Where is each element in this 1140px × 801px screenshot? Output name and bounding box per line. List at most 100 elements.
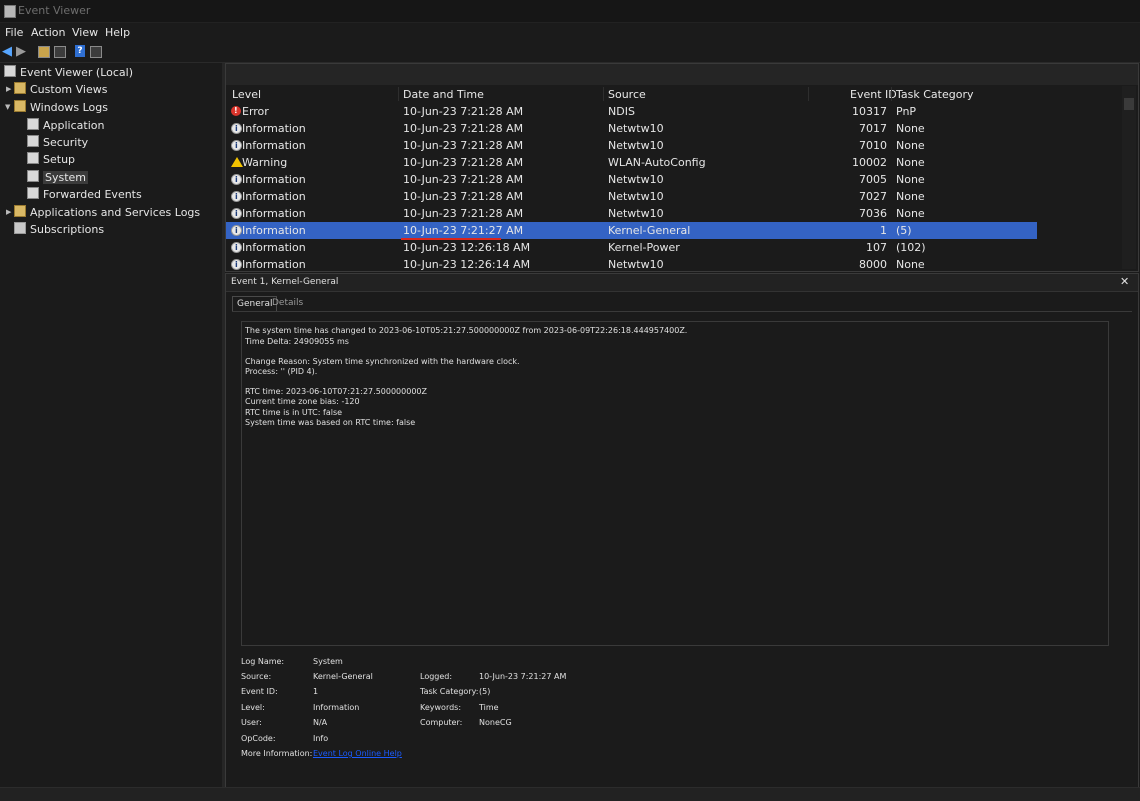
tree-item-subscriptions[interactable]: Subscriptions (14, 221, 104, 238)
information-icon (231, 205, 242, 222)
close-icon[interactable]: ✕ (1120, 275, 1129, 288)
tree-label: Applications and Services Logs (30, 206, 201, 219)
expand-arrow-icon[interactable]: ▶ (6, 81, 11, 98)
event-description-box[interactable]: The system time has changed to 2023-06-1… (241, 321, 1109, 646)
subscriptions-icon (14, 222, 26, 234)
cell-event-id: 7010 (859, 139, 887, 152)
cell-task: None (896, 156, 925, 169)
expand-arrow-icon[interactable]: ▶ (6, 204, 11, 221)
cell-task: None (896, 139, 925, 152)
tree-label: Subscriptions (30, 223, 105, 236)
cell-event-id: 10317 (852, 105, 887, 118)
cell-task: None (896, 258, 925, 271)
description-line: RTC time: 2023-06-10T07:21:27.500000000Z (245, 387, 427, 396)
column-separator[interactable] (398, 87, 399, 101)
help-icon[interactable]: ? (75, 45, 85, 57)
prop-label-computer: Computer: (420, 718, 463, 727)
column-separator[interactable] (891, 87, 892, 101)
properties-icon[interactable] (54, 46, 66, 58)
folder-icon (14, 82, 26, 94)
menu-view[interactable]: View (72, 26, 98, 39)
back-icon[interactable]: ◀ (2, 45, 15, 58)
cell-level: Information (242, 258, 306, 271)
cell-level: Information (242, 207, 306, 220)
cell-source: Netwtw10 (608, 173, 664, 186)
prop-label-log-name: Log Name: (241, 657, 285, 666)
scrollbar-thumb[interactable] (1124, 98, 1134, 110)
menu-action[interactable]: Action (31, 26, 65, 39)
table-row[interactable]: Error 10-Jun-23 7:21:28 AM NDIS 10317 Pn… (226, 102, 1037, 120)
tree-label: Application (43, 119, 105, 132)
column-header-level[interactable]: Level (232, 88, 261, 101)
cell-date: 10-Jun-23 7:21:28 AM (403, 190, 524, 203)
table-row[interactable]: Information 10-Jun-23 12:26:14 AM Netwtw… (226, 256, 1037, 273)
prop-label-task-category: Task Category: (420, 687, 479, 696)
tab-divider (232, 311, 1132, 312)
cell-event-id: 7027 (859, 190, 887, 203)
prop-value-source: Kernel-General (313, 672, 373, 681)
cell-date: 10-Jun-23 7:21:28 AM (403, 207, 524, 220)
prop-label-opcode: OpCode: (241, 734, 276, 743)
tree-item-system[interactable]: System (27, 169, 89, 186)
prop-value-level: Information (313, 703, 360, 712)
column-header-event-id[interactable]: Event ID (850, 88, 897, 101)
cell-date: 10-Jun-23 7:21:28 AM (403, 173, 524, 186)
tree-item-windows-logs[interactable]: Windows Logs (14, 99, 108, 116)
column-header-date[interactable]: Date and Time (403, 88, 484, 101)
cell-task: PnP (896, 105, 917, 118)
tree-item-application[interactable]: Application (27, 117, 104, 134)
table-row[interactable]: Information 10-Jun-23 12:26:18 AM Kernel… (226, 239, 1037, 256)
column-header-task-category[interactable]: Task Category (896, 88, 973, 101)
prop-label-keywords: Keywords: (420, 703, 462, 712)
tree-item-event-viewer-local[interactable]: Event Viewer (Local) (4, 64, 133, 81)
table-row[interactable]: Information 10-Jun-23 7:21:28 AM Netwtw1… (226, 188, 1037, 205)
tree-item-custom-views[interactable]: Custom Views (14, 81, 107, 98)
cell-date: 10-Jun-23 7:21:28 AM (403, 156, 524, 169)
cell-event-id: 7036 (859, 207, 887, 220)
table-row[interactable]: Information 10-Jun-23 7:21:28 AM Netwtw1… (226, 205, 1037, 222)
folder-icon (14, 100, 26, 112)
tree-label: Windows Logs (30, 101, 108, 114)
cell-source: Netwtw10 (608, 139, 664, 152)
column-separator[interactable] (808, 87, 809, 101)
cell-event-id: 7005 (859, 173, 887, 186)
console-icon[interactable] (90, 46, 102, 58)
tree-label: System (43, 171, 89, 184)
description-line: Current time zone bias: -120 (245, 397, 360, 406)
cell-level: Warning (242, 156, 288, 169)
tree-item-applications-services-logs[interactable]: Applications and Services Logs (14, 204, 200, 221)
cell-level: Error (242, 105, 269, 118)
forward-icon[interactable]: ▶ (16, 45, 29, 58)
table-row-selected[interactable]: Information 10-Jun-23 7:21:27 AM Kernel-… (226, 222, 1037, 240)
tab-details[interactable]: Details (268, 296, 307, 311)
tree-label: Custom Views (30, 83, 108, 96)
prop-label-logged: Logged: (420, 672, 453, 681)
table-row[interactable]: Information 10-Jun-23 7:21:28 AM Netwtw1… (226, 137, 1037, 154)
menu-help[interactable]: Help (105, 26, 130, 39)
table-row[interactable]: Information 10-Jun-23 7:21:28 AM Netwtw1… (226, 120, 1037, 137)
list-scrollbar[interactable] (1122, 86, 1136, 269)
tree-item-forwarded-events[interactable]: Forwarded Events (27, 186, 142, 203)
menu-file[interactable]: File (5, 26, 23, 39)
column-separator[interactable] (603, 87, 604, 101)
event-log-online-help-link[interactable]: Event Log Online Help (313, 749, 402, 758)
cell-date: 10-Jun-23 7:21:28 AM (403, 105, 524, 118)
description-line: The system time has changed to 2023-06-1… (245, 326, 688, 335)
information-icon (231, 256, 242, 273)
column-header-source[interactable]: Source (608, 88, 646, 101)
collapse-arrow-icon[interactable]: ▼ (5, 99, 10, 116)
tree-item-setup[interactable]: Setup (27, 151, 75, 168)
cell-source: Kernel-Power (608, 241, 680, 254)
table-row[interactable]: Information 10-Jun-23 7:21:28 AM Netwtw1… (226, 171, 1037, 188)
table-row[interactable]: Warning 10-Jun-23 7:21:28 AM WLAN-AutoCo… (226, 154, 1037, 171)
prop-value-task-category: (5) (479, 687, 491, 696)
title-bar: Event Viewer (0, 0, 1140, 23)
status-bar (0, 787, 1140, 801)
cell-source: WLAN-AutoConfig (608, 156, 706, 169)
event-list-panel: Level Date and Time Source Event ID Task… (225, 63, 1139, 273)
cell-source: Netwtw10 (608, 258, 664, 271)
cell-date: 10-Jun-23 7:21:27 AM (403, 224, 524, 237)
folder-icon[interactable] (38, 46, 50, 58)
prop-value-user: N/A (313, 718, 328, 727)
tree-item-security[interactable]: Security (27, 134, 88, 151)
